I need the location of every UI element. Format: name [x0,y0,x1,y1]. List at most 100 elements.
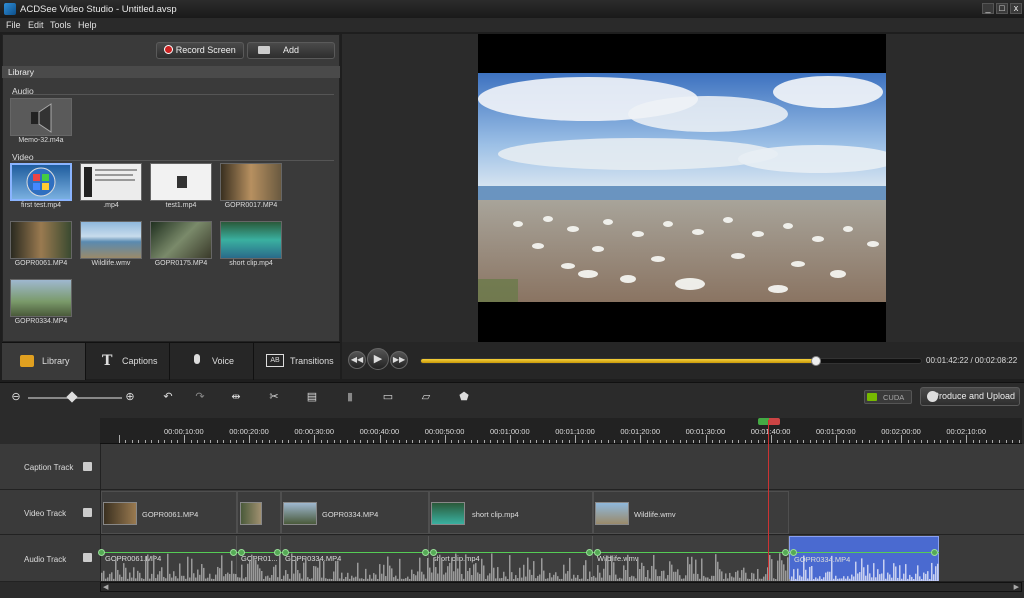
waveform-bar [707,577,709,581]
ruler-tick [549,440,551,443]
video-clip[interactable]: GOPR0061.MP4 [101,491,237,534]
zoom-slider-handle[interactable] [66,391,78,403]
ruler-tick [490,440,492,443]
video-clip[interactable]: short clip.mp4 [429,491,593,534]
tab-transitions[interactable]: AB Transitions [254,343,340,380]
waveform-bar [291,553,293,581]
volume-keyframe[interactable] [782,549,789,556]
ruler-tick [314,435,316,443]
scissors-icon[interactable]: ✂ [268,391,280,403]
skip-back-button[interactable]: ◀◀ [348,351,366,369]
skip-forward-button[interactable]: ▶▶ [390,351,408,369]
video-preview[interactable] [478,34,898,342]
waveform-bar [479,573,481,581]
waveform-bar [435,567,437,581]
ruler-tick [796,440,798,443]
add-button[interactable]: Add [247,42,335,59]
zoom-in-icon[interactable]: ⊕ [124,391,136,403]
library-item-video[interactable] [150,221,212,259]
progress-handle[interactable] [811,356,821,366]
volume-keyframe[interactable] [98,549,105,556]
waveform-bar [745,572,747,581]
menu-file[interactable]: File [6,20,21,30]
library-item-audio[interactable] [10,98,72,136]
volume-keyframe[interactable] [931,549,938,556]
library-item-video[interactable] [220,163,282,201]
time-ruler[interactable]: 00:00:10:00 00:00:20:00 00:00:30:00 00:00:4… [100,418,1022,444]
library-item-video[interactable] [150,163,212,201]
library-item-video[interactable] [220,221,282,259]
library-item-video[interactable] [10,221,72,259]
marker-icon[interactable]: ⬟ [458,391,470,403]
waveform-bar [771,559,773,581]
volume-keyframe[interactable] [586,549,593,556]
tab-captions[interactable]: T Captions [86,343,170,380]
minimize-button[interactable]: _ [982,3,994,14]
volume-keyframe[interactable] [274,549,281,556]
maximize-button[interactable]: □ [996,3,1008,14]
comment-icon[interactable]: ▱ [420,391,432,403]
record-screen-button[interactable]: Record Screen [156,42,244,59]
library-item-video[interactable] [10,279,72,317]
waveform-bar [305,558,307,581]
scroll-left-icon[interactable]: ◀ [103,583,108,591]
volume-keyframe[interactable] [422,549,429,556]
menu-tools[interactable]: Tools [50,20,71,30]
waveform-bar [735,571,737,581]
volume-keyframe[interactable] [282,549,289,556]
video-clip[interactable]: GOPR0334.MP4 [281,491,429,534]
waveform-bar [279,555,281,581]
timeline-scrollbar[interactable]: ◀ ▶ [100,582,1022,592]
volume-keyframe[interactable] [230,549,237,556]
tab-label: Transitions [290,356,334,366]
lock-icon[interactable] [83,508,92,517]
waveform-bar [297,570,299,581]
redo-icon[interactable]: ↷ [194,391,206,403]
waveform-bar [183,575,185,581]
produce-upload-button[interactable]: Produce and Upload [920,387,1020,406]
video-clip[interactable]: Wildlife.wmv [593,491,789,534]
waveform-bar [243,578,245,581]
ruler-tick [849,440,851,443]
lock-icon[interactable] [83,462,92,471]
waveform-bar [113,578,115,581]
ruler-tick [164,440,166,443]
ruler-tick [985,440,987,443]
library-item-video[interactable] [10,163,72,201]
waveform-bar [883,559,885,581]
tab-voice[interactable]: Voice [170,343,254,380]
close-button[interactable]: x [1010,3,1022,14]
volume-keyframe[interactable] [238,549,245,556]
menu-edit[interactable]: Edit [28,20,44,30]
delete-icon[interactable]: ▮ [344,391,356,403]
tab-library[interactable]: Library [2,343,86,380]
waveform-bar [501,577,503,581]
volume-keyframe[interactable] [790,549,797,556]
volume-keyframe[interactable] [430,549,437,556]
waveform-bar [129,572,131,581]
volume-keyframe[interactable] [594,549,601,556]
video-clip[interactable] [237,491,281,534]
playhead-marker[interactable] [758,418,780,425]
waveform-bar [271,574,273,581]
ruler-label: 00:01:20:00 [620,427,661,436]
waveform-bar [529,569,531,581]
waveform-bar [599,572,601,581]
paste-icon[interactable]: ▤ [306,391,318,403]
scroll-right-icon[interactable]: ▶ [1014,583,1019,591]
caption-marker-icon[interactable]: ▭ [382,391,394,403]
zoom-out-icon[interactable]: ⊖ [10,391,22,403]
waveform-bar [577,575,579,581]
playback-progress[interactable] [420,356,922,366]
playhead-line[interactable] [768,420,769,580]
play-button[interactable]: ▶ [367,348,389,370]
waveform-bar [899,565,901,581]
library-item-video[interactable] [80,221,142,259]
menu-help[interactable]: Help [78,20,97,30]
split-icon[interactable]: ⇹ [230,391,242,403]
library-item-video[interactable] [80,163,142,201]
lock-icon[interactable] [83,553,92,562]
undo-icon[interactable]: ↶ [162,391,174,403]
waveform-bar [457,568,459,581]
clip-thumbnail [595,502,629,525]
